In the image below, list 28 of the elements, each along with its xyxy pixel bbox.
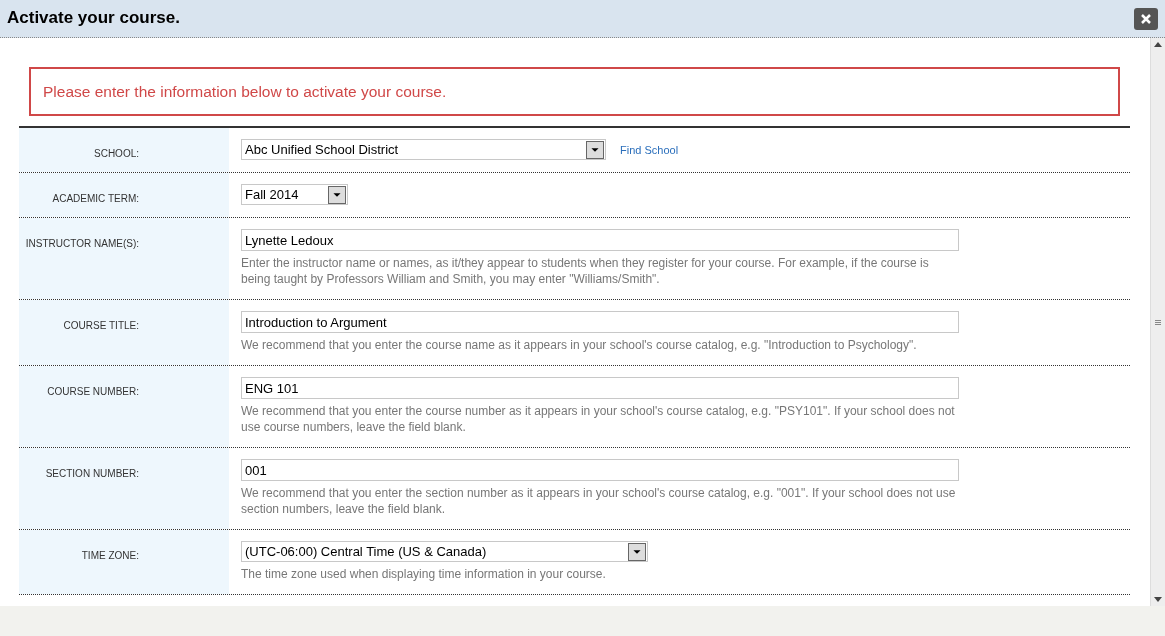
dropdown[interactable]: Abc Unified School District	[241, 139, 606, 161]
field-label: SCHOOL:	[19, 128, 229, 173]
text-field[interactable]: 001	[241, 459, 959, 482]
help-text: We recommend that you enter the section number as it appears in your school's course catalog, e.g. "001". If your school does not use section numbers, leave the field blank.	[241, 485, 957, 518]
text-field[interactable]: ENG 101	[241, 377, 959, 400]
help-text: Enter the instructor name or names, as it/they appear to students when they register for your course. For example, if the course is being taught by Professors William and Smith, you may enter "Williams/Smith".	[241, 255, 930, 288]
find-school-link[interactable]: Find School	[620, 141, 679, 158]
dropdown[interactable]: (UTC-06:00) Central Time (US & Canada)	[241, 541, 648, 563]
field-label: TIME ZONE:	[19, 530, 229, 595]
scroll-down-icon[interactable]	[1154, 597, 1162, 602]
info-message: Please enter the information below to activate your course.	[29, 67, 1120, 117]
text-field[interactable]: Introduction to Argument	[241, 311, 959, 334]
dialog-title: Activate your course.	[7, 8, 180, 29]
dropdown[interactable]: Fall 2014	[241, 184, 348, 206]
scrollbar[interactable]	[1150, 38, 1165, 606]
scroll-up-icon[interactable]	[1154, 42, 1162, 47]
field-label: COURSE NUMBER:	[19, 366, 229, 448]
field-label: INSTRUCTOR NAME(S):	[19, 218, 229, 300]
field-label: SECTION NUMBER:	[19, 448, 229, 530]
field-label: ACADEMIC TERM:	[19, 173, 229, 218]
close-button[interactable]	[1134, 7, 1158, 30]
help-text: The time zone used when displaying time information in your course.	[241, 566, 607, 583]
field-label: COURSE TITLE:	[19, 300, 229, 366]
text-field[interactable]: Lynette Ledoux	[241, 229, 959, 252]
help-text: We recommend that you enter the course number as it appears in your school's course catalog, e.g. "PSY101". If your school does not use course numbers, leave the field blank.	[241, 403, 956, 436]
scroll-grip-icon[interactable]	[1155, 319, 1161, 325]
close-icon	[1140, 12, 1152, 25]
help-text: We recommend that you enter the course name as it appears in your school's course catalog, e.g. "Introduction to Psychology".	[241, 337, 918, 354]
